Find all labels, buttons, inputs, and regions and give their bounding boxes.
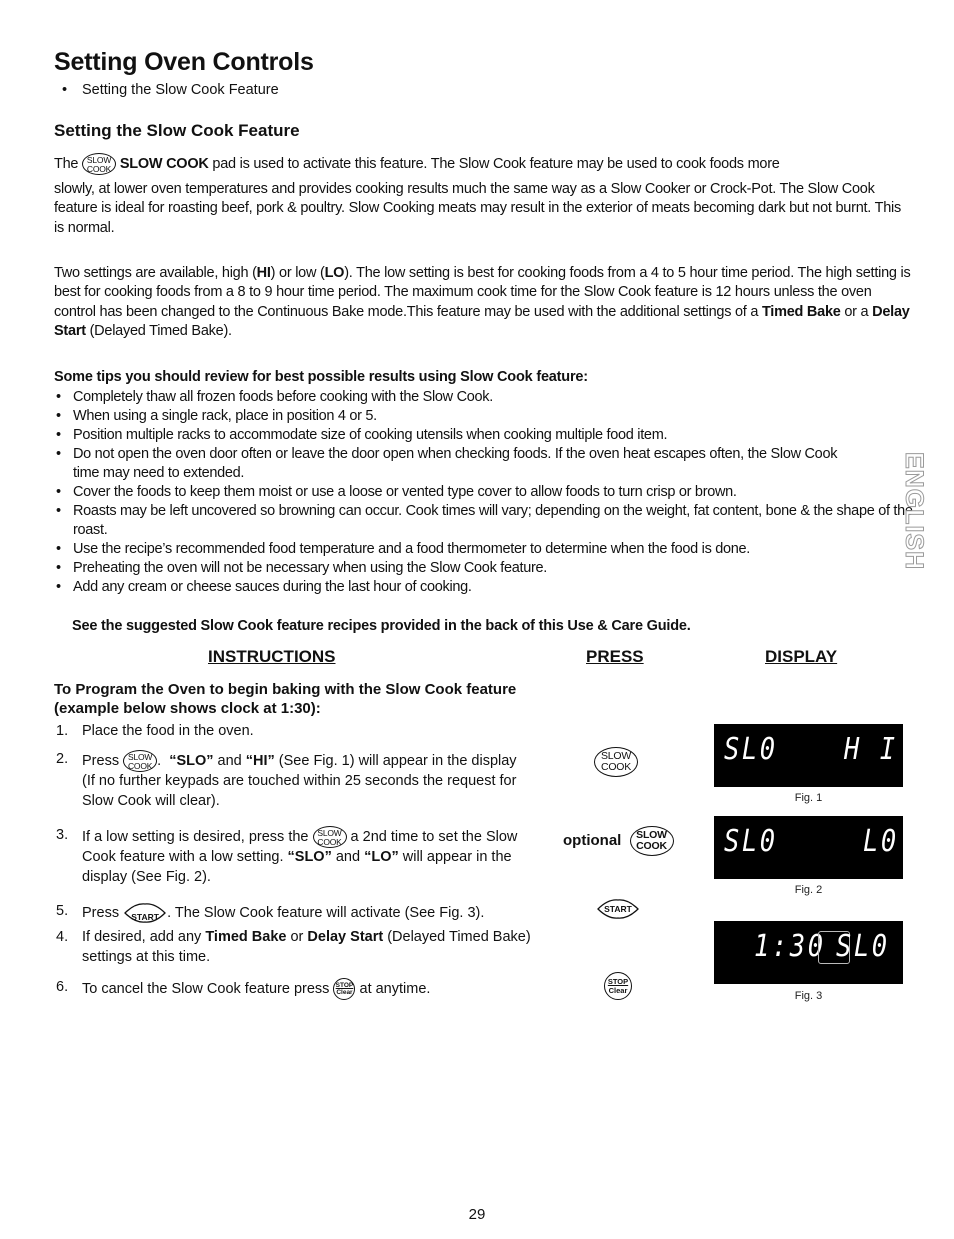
display-fig-1: SL0 H I: [714, 724, 903, 787]
program-heading: To Program the Oven to begin baking with…: [54, 681, 517, 717]
step-number: 6.: [56, 979, 69, 995]
slow-cook-pad-icon: SLOW COOK: [594, 747, 638, 777]
step-text: Press SLOW COOK. “SLO” and “HI” (See Fig.…: [82, 750, 517, 809]
step-number: 1.: [56, 723, 69, 739]
step-number: 5.: [56, 903, 69, 919]
display-left-text: SL0: [724, 824, 778, 859]
press-slow-cook-button[interactable]: SLOW COOK: [594, 747, 638, 777]
slow-cook-pad-icon: SLOW COOK: [82, 153, 117, 175]
tip-item: Use the recipe’s recommended food temper…: [54, 540, 914, 559]
step-text: Place the food in the oven.: [82, 723, 254, 739]
step-number: 4.: [56, 929, 69, 945]
toc-item: • Setting the Slow Cook Feature: [62, 82, 279, 98]
start-pad-icon: START: [123, 902, 167, 924]
tip-item: Cover the foods to keep them moist or us…: [54, 483, 914, 502]
step-text: Press START. The Slow Cook feature will …: [82, 902, 534, 924]
display-fig-3: 1:30 SL0: [714, 921, 903, 984]
tip-item: Roasts may be left uncovered so browning…: [54, 502, 918, 540]
settings-paragraph: Two settings are available, high (HI) or…: [54, 265, 911, 339]
display-right-text: SL0: [836, 929, 890, 964]
language-side-tab: ENGLISH: [896, 452, 930, 572]
slow-cook-label: SLOW COOK: [119, 155, 209, 172]
display-fig-2: SL0 L0: [714, 816, 903, 879]
tips-list: Completely thaw all frozen foods before …: [54, 388, 914, 597]
intro-line1: pad is used to activate this feature. Th…: [212, 155, 780, 172]
stop-clear-pad-icon: STOP Clear: [333, 978, 356, 1000]
start-pad-icon: START: [596, 898, 640, 920]
section-heading: Setting the Slow Cook Feature: [54, 121, 300, 140]
toc-item-label: Setting the Slow Cook Feature: [82, 82, 279, 98]
figure-caption: Fig. 1: [794, 792, 823, 804]
tip-item: Preheating the oven will not be necessar…: [54, 559, 914, 578]
figure-caption: Fig. 2: [794, 884, 823, 896]
slow-cook-pad-icon[interactable]: SLOW COOK: [629, 826, 674, 856]
tip-item: When using a single rack, place in posit…: [54, 407, 914, 426]
step-text: If desired, add any Timed Bake or Delay …: [82, 929, 531, 965]
display-right-text: H I: [843, 732, 898, 767]
page-number: 29: [468, 1206, 486, 1223]
tips-heading: Some tips you should review for best pos…: [54, 369, 588, 385]
display-clock-text: 1:30: [754, 929, 826, 964]
intro-first-line: The SLOW COOK SLOW COOK pad is used to ac…: [54, 153, 914, 175]
step-1: 1. Place the food in the oven.: [54, 722, 534, 742]
display-right-text: L0: [862, 824, 899, 859]
display-column-header: DISPLAY: [765, 647, 838, 666]
step-3: 3. If a low setting is desired, press th…: [54, 826, 534, 887]
instructions-column-header: INSTRUCTIONS: [208, 647, 336, 666]
press-column-header: PRESS: [586, 647, 644, 666]
intro-paragraph: slowly, at lower oven temperatures and p…: [54, 181, 901, 236]
slow-cook-pad-icon: SLOW COOK: [123, 750, 158, 772]
tip-item: Completely thaw all frozen foods before …: [54, 388, 914, 407]
step-text: If a low setting is desired, press the S…: [82, 826, 518, 885]
press-start-button[interactable]: START: [596, 898, 640, 920]
intro-pre: The: [54, 155, 79, 172]
tip-item: Add any cream or cheese sauces during th…: [54, 578, 914, 597]
optional-label: optional: [563, 831, 622, 849]
press-optional-slow-cook: optional SLOW COOK: [563, 826, 674, 856]
page-title: Setting Oven Controls: [54, 48, 314, 76]
step-2: 2. Press SLOW COOK. “SLO” and “HI” (See F…: [54, 750, 534, 811]
display-left-text: SL0: [724, 732, 778, 767]
step-text: To cancel the Slow Cook feature press ST…: [82, 978, 534, 1000]
step-5: 5. Press START. The Slow Cook feature wi…: [54, 902, 534, 924]
recipes-note: See the suggested Slow Cook feature reci…: [72, 618, 691, 634]
figure-caption: Fig. 3: [794, 990, 823, 1002]
tip-item: Position multiple racks to accommodate s…: [54, 426, 914, 445]
step-6: 6. To cancel the Slow Cook feature press…: [54, 978, 534, 1000]
language-label: ENGLISH: [900, 452, 929, 571]
step-number: 3.: [56, 827, 69, 843]
step-4: 4. If desired, add any Timed Bake or Del…: [54, 928, 534, 967]
tip-item: Do not open the oven door often or leave…: [54, 445, 853, 483]
slow-cook-pad-icon: SLOW COOK: [312, 826, 347, 848]
stop-clear-pad-icon: STOP Clear: [604, 972, 632, 1000]
step-number: 2.: [56, 751, 69, 767]
press-stop-clear-button[interactable]: STOP Clear: [604, 972, 632, 1000]
